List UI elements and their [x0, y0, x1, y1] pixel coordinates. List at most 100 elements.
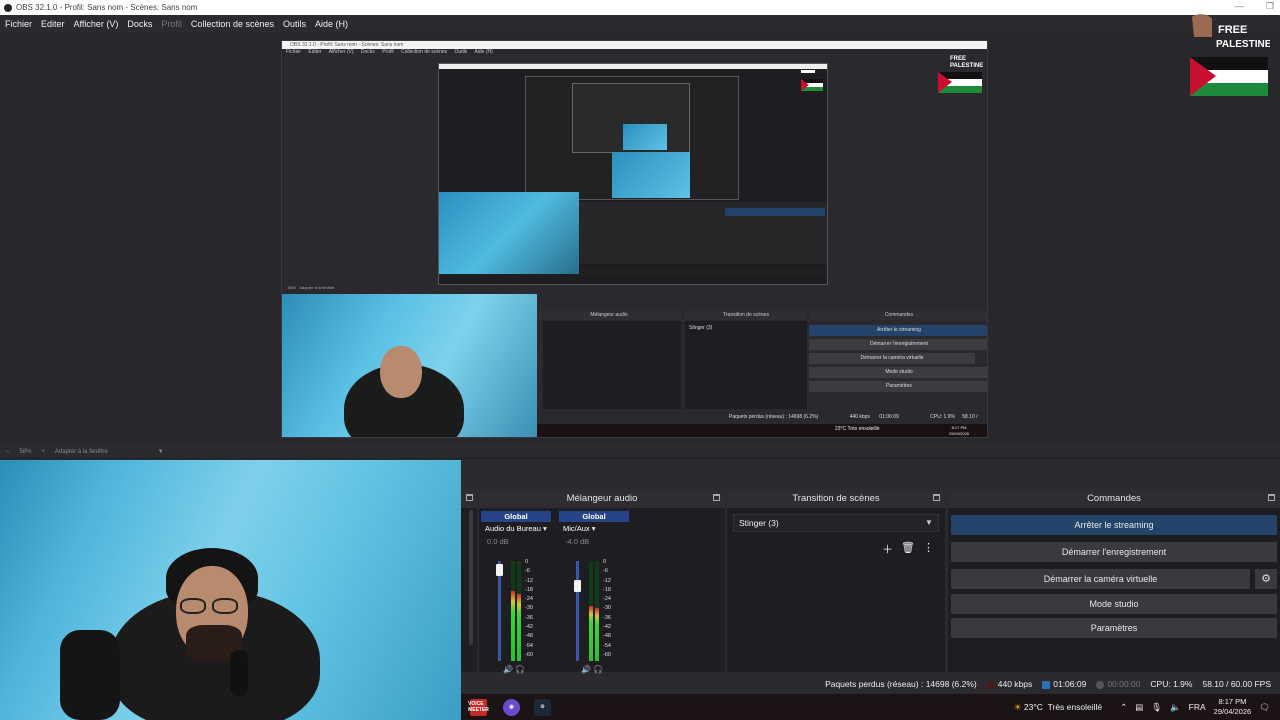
headphones-icon[interactable]: 🎧	[515, 665, 525, 674]
nested-bitrate: 440 kbps	[849, 414, 870, 420]
headphones-icon[interactable]: 🎧	[593, 665, 603, 674]
menu-aide[interactable]: Aide (H)	[315, 19, 348, 29]
meter-tick-label: -18	[525, 586, 533, 593]
nested-taskbar: 23°C Très ensoleillé 8:17 PM 29/04/2026	[537, 424, 987, 437]
nested-capture-deep	[438, 63, 828, 285]
add-icon[interactable]: ＋	[882, 541, 893, 557]
zoom-bar: − 58% + Adapter à la fenêtre ▼	[0, 445, 1280, 459]
menu-afficher[interactable]: Afficher (V)	[74, 19, 119, 29]
chevron-down-icon[interactable]: ▾	[543, 524, 547, 533]
webcam-overlay	[0, 460, 461, 720]
bitrate: 440 kbps	[986, 679, 1033, 689]
volume-fader[interactable]	[496, 561, 503, 661]
status-bar: Paquets perdus (réseau) : 14698 (6.2%) 4…	[461, 674, 1280, 694]
nested-vcam-btn: Démarrer la caméra virtuelle	[809, 353, 975, 364]
meter-tick-label: -60	[525, 651, 533, 658]
menu-editer[interactable]: Editer	[41, 19, 65, 29]
start-virtual-camera-button[interactable]: Démarrer la caméra virtuelle	[951, 569, 1250, 589]
meter-tick-label: -48	[525, 633, 533, 640]
volume-meter-r	[595, 561, 599, 661]
windows-taskbar: VOICE MEETER ◉ ⚙ ☀ 23°C Très ensoleillé …	[461, 694, 1280, 720]
meter-tick-label: -36	[603, 614, 611, 621]
stop-streaming-button[interactable]: Arrêter le streaming	[951, 515, 1277, 535]
speaker-icon[interactable]: 🔈	[1170, 702, 1181, 713]
menu-docks[interactable]: Docks	[127, 19, 152, 29]
mixer-scrollbar[interactable]	[469, 510, 473, 645]
volume-fader[interactable]	[574, 561, 581, 661]
meter-fill	[595, 608, 599, 661]
zoom-value: 58%	[19, 448, 32, 455]
channel-db: -4.0 dB	[565, 537, 590, 546]
voicemeeter-app[interactable]: VOICE MEETER	[468, 698, 489, 716]
trash-icon[interactable]: 🗑	[901, 541, 915, 557]
glasses-right	[212, 598, 238, 614]
menu-fichier[interactable]: Fichier	[5, 19, 32, 29]
commands-title: Commandes	[1087, 493, 1141, 504]
fader-knob[interactable]	[496, 563, 503, 576]
more-icon[interactable]: ⋮	[923, 541, 934, 557]
scene-transitions-dock: Transition de scènes Stinger (3) ▼ ＋ 🗑 ⋮	[727, 490, 945, 672]
nested-time: 8:17 PM	[951, 425, 967, 430]
bitrate-value: 440 kbps	[997, 679, 1033, 689]
dock-float-icon[interactable]	[933, 494, 940, 501]
clock-time: 8:17 PM	[1218, 697, 1247, 706]
discord-app-icon[interactable]: ◉	[503, 698, 520, 716]
steam-app-icon[interactable]: ⚙	[534, 698, 551, 716]
nested-commands-header: Commandes	[809, 311, 987, 320]
dock-float-icon[interactable]	[713, 494, 720, 501]
dock-float-icon[interactable]	[466, 494, 473, 501]
volume-meter-r	[517, 561, 521, 661]
nested-menu-item: Collection de scènes	[401, 49, 448, 55]
printer-icon[interactable]: ▤	[1135, 702, 1143, 713]
studio-mode-button[interactable]: Mode studio	[951, 594, 1277, 614]
dock-panels: Mélangeur audio Global Audio du Bureau ▾…	[461, 490, 1280, 674]
mic-icon[interactable]: 🎙	[1151, 702, 1162, 713]
chevron-up-icon[interactable]: ⌃	[1120, 702, 1127, 713]
mixer-channel-mic: Global Mic/Aux ▾ -4.0 dB 0 -6 -12 -18 -24 -30…	[559, 511, 629, 674]
menu-outils[interactable]: Outils	[283, 19, 306, 29]
audio-mixer-title: Mélangeur audio	[566, 493, 638, 504]
audio-mixer-header: Mélangeur audio	[479, 490, 725, 508]
zoom-out-button[interactable]: −	[6, 449, 10, 455]
clock[interactable]: 8:17 PM 29/04/2026	[1214, 697, 1252, 717]
gear-icon[interactable]: ⚙	[1255, 569, 1277, 589]
chevron-down-icon[interactable]: ▼	[919, 514, 939, 532]
nested-stream-btn: Arrêter le streaming	[809, 325, 987, 336]
nested-menu-item: Profil	[382, 49, 394, 55]
zoom-fit-dropdown[interactable]: Adapter à la fenêtre	[55, 449, 108, 455]
settings-button[interactable]: Paramètres	[951, 618, 1277, 638]
speaker-icon[interactable]: 🔊	[581, 665, 591, 674]
nested-menu-item: Afficher (V)	[328, 49, 354, 55]
speaker-icon[interactable]: 🔊	[503, 665, 513, 674]
nested-weather: 23°C Très ensoleillé	[835, 426, 880, 432]
mixer-channel-desktop: Global Audio du Bureau ▾ 0.0 dB 0 -6 -12 -1…	[481, 511, 551, 674]
maximize-icon[interactable]: ❐	[1266, 1, 1274, 12]
channel-badge[interactable]: Global	[481, 511, 551, 522]
weather-widget[interactable]: ☀ 23°C Très ensoleillé	[1014, 702, 1102, 713]
fader-knob[interactable]	[574, 580, 581, 593]
meter-tick-label: -42	[603, 624, 611, 631]
volume-meter-l	[511, 561, 515, 661]
deep-webcam-tiny	[612, 152, 690, 198]
menu-collection[interactable]: Collection de scènes	[191, 19, 274, 29]
palestine-flag-tiny-icon	[801, 70, 823, 91]
deep-webcam-micro	[623, 124, 667, 150]
chevron-down-icon[interactable]: ▼	[158, 449, 164, 455]
chevron-down-icon[interactable]: ▾	[592, 524, 596, 533]
dock-float-icon[interactable]	[1268, 494, 1275, 501]
start-recording-button[interactable]: Démarrer l'enregistrement	[951, 542, 1277, 562]
palestine-flag-small-icon: FREE PALESTINE	[938, 56, 983, 93]
channel-name-text: Audio du Bureau	[485, 524, 541, 533]
minimize-icon[interactable]: —	[1235, 1, 1244, 12]
channel-name[interactable]: Mic/Aux ▾	[559, 524, 629, 533]
meter-fill	[517, 593, 521, 661]
channel-badge[interactable]: Global	[559, 511, 629, 522]
notification-icon[interactable]: 🗨	[1259, 702, 1270, 713]
commands-header: Commandes	[948, 490, 1280, 508]
zoom-in-button[interactable]: +	[42, 449, 46, 455]
transition-select[interactable]: Stinger (3)	[733, 514, 939, 532]
channel-name[interactable]: Audio du Bureau ▾	[481, 524, 551, 533]
nested-menu-item: Outils	[454, 49, 468, 55]
language-indicator[interactable]: FRA	[1189, 702, 1206, 712]
collapsed-dock-header	[461, 490, 477, 508]
